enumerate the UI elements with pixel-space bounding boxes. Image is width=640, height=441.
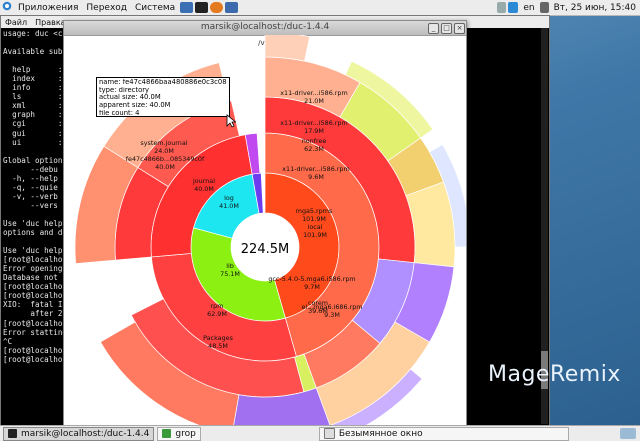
top-panel: Приложения Переход Система en Вт, 25 июн… [0, 0, 640, 16]
system-menu[interactable]: Система [131, 3, 179, 13]
terminal-icon [8, 429, 17, 438]
segment-name-label: nonfree [302, 137, 327, 145]
segment-name-label: el...mga6.i686.rpm [301, 303, 362, 311]
mail-client-icon[interactable] [225, 2, 239, 13]
segment-name-label: local [308, 223, 323, 231]
control-center-icon[interactable] [180, 2, 194, 13]
segment-name-label: lib [226, 262, 234, 270]
duc-window-title: marsik@localhost:/duc-1.4.4 [200, 22, 330, 32]
taskbar-item-unnamed-window[interactable]: Безымянное окно [318, 426, 569, 441]
updates-icon[interactable] [508, 2, 519, 13]
segment-name-label: fe47c4866b...085349c0f [126, 155, 205, 163]
panel-apps-icon[interactable] [0, 1, 14, 14]
tooltip-actual-size: actual size: 40.0M [99, 94, 161, 102]
minimize-button[interactable]: _ [428, 23, 439, 34]
trash-icon[interactable] [497, 2, 507, 13]
duc-window-titlebar[interactable]: marsik@localhost:/duc-1.4.4 _ □ × [64, 21, 466, 36]
window-icon [323, 428, 335, 439]
segment-size-label: 48.5M [208, 342, 228, 350]
segment-size-label: 101.9M [303, 231, 327, 239]
mouse-pointer-icon [226, 114, 236, 128]
segment-name-label: gcc-5.4.0-5.mga6.i586.rpm [268, 275, 355, 283]
segment-size-label: 62.9M [207, 310, 227, 318]
taskbar-item-grop[interactable]: grop [157, 426, 201, 441]
segment-size-label: 9.6M [308, 173, 324, 181]
total-size-label: 224.5M [241, 242, 289, 257]
clock[interactable]: Вт, 25 июн, 15:40 [550, 3, 640, 13]
volume-icon[interactable] [539, 2, 549, 13]
segment-size-label: 40.0M [155, 163, 175, 171]
terminal-output[interactable]: usage: duc <c Available sub help : index… [3, 29, 66, 389]
segment-name-label: Packages [203, 334, 233, 342]
segment-name-label: system.journal [140, 139, 187, 147]
segment-size-label: 62.3M [304, 145, 324, 153]
segment-size-label: 40.0M [194, 185, 214, 193]
segment-size-label: 9.7M [304, 283, 320, 291]
maximize-button[interactable]: □ [441, 23, 452, 34]
segment-name-label: log [224, 194, 234, 202]
segment-size-label: 24.0M [154, 147, 174, 155]
segment-name-label: x11-driver...i586.rpm [280, 89, 347, 97]
desktop-logo: MageRemix [486, 356, 636, 388]
workspace-switcher-icon[interactable] [620, 428, 636, 439]
applications-menu[interactable]: Приложения [14, 3, 82, 13]
taskbar-item-terminal[interactable]: marsik@localhost:/duc-1.4.4 [3, 426, 155, 441]
taskbar-item-label: Безымянное окно [338, 428, 423, 439]
segment-size-label: 17.9M [304, 127, 324, 135]
segment-name-label: x11-driver...i586.rpm [282, 165, 349, 173]
segment-size-label: 101.9M [302, 215, 326, 223]
taskbar-item-label: grop [175, 428, 196, 439]
segment-name-label: rpm [211, 302, 224, 310]
segment-size-label: 21.0M [304, 97, 324, 105]
terminal-launcher-icon[interactable] [195, 2, 209, 13]
keyboard-layout-indicator[interactable]: en [519, 3, 538, 13]
segment-size-label: 41.0M [219, 202, 239, 210]
tooltip-type: type: directory [99, 86, 150, 94]
tooltip-apparent-size: apparent size: 40.0M [99, 102, 171, 110]
places-menu[interactable]: Переход [82, 3, 131, 13]
taskbar-item-label: marsik@localhost:/duc-1.4.4 [21, 428, 150, 439]
segment-size-label: 9.3M [324, 311, 340, 319]
bottom-taskbar: marsik@localhost:/duc-1.4.4 grop Безымян… [0, 425, 640, 441]
svg-text:MageRemix: MageRemix [488, 362, 621, 387]
star-icon [162, 429, 172, 438]
chart-tooltip: name: fe47c4866baa480886e0c3c085349c0f t… [96, 77, 230, 117]
segment-size-label: 75.1M [220, 270, 240, 278]
close-button[interactable]: × [454, 23, 465, 34]
web-browser-icon[interactable] [210, 2, 224, 13]
segment-name-label: x11-driver...i586.rpm [280, 119, 347, 127]
tooltip-file-count: file count: 4 [99, 109, 140, 117]
segment-name-label: journal [192, 177, 215, 185]
tooltip-name: name: fe47c4866baa480886e0c3c085349c0f [99, 79, 227, 86]
terminal-menu-file[interactable]: Файл [1, 18, 31, 27]
segment-fringe-1[interactable] [264, 35, 311, 62]
segment-name-label: mga5.rpms [296, 207, 333, 215]
